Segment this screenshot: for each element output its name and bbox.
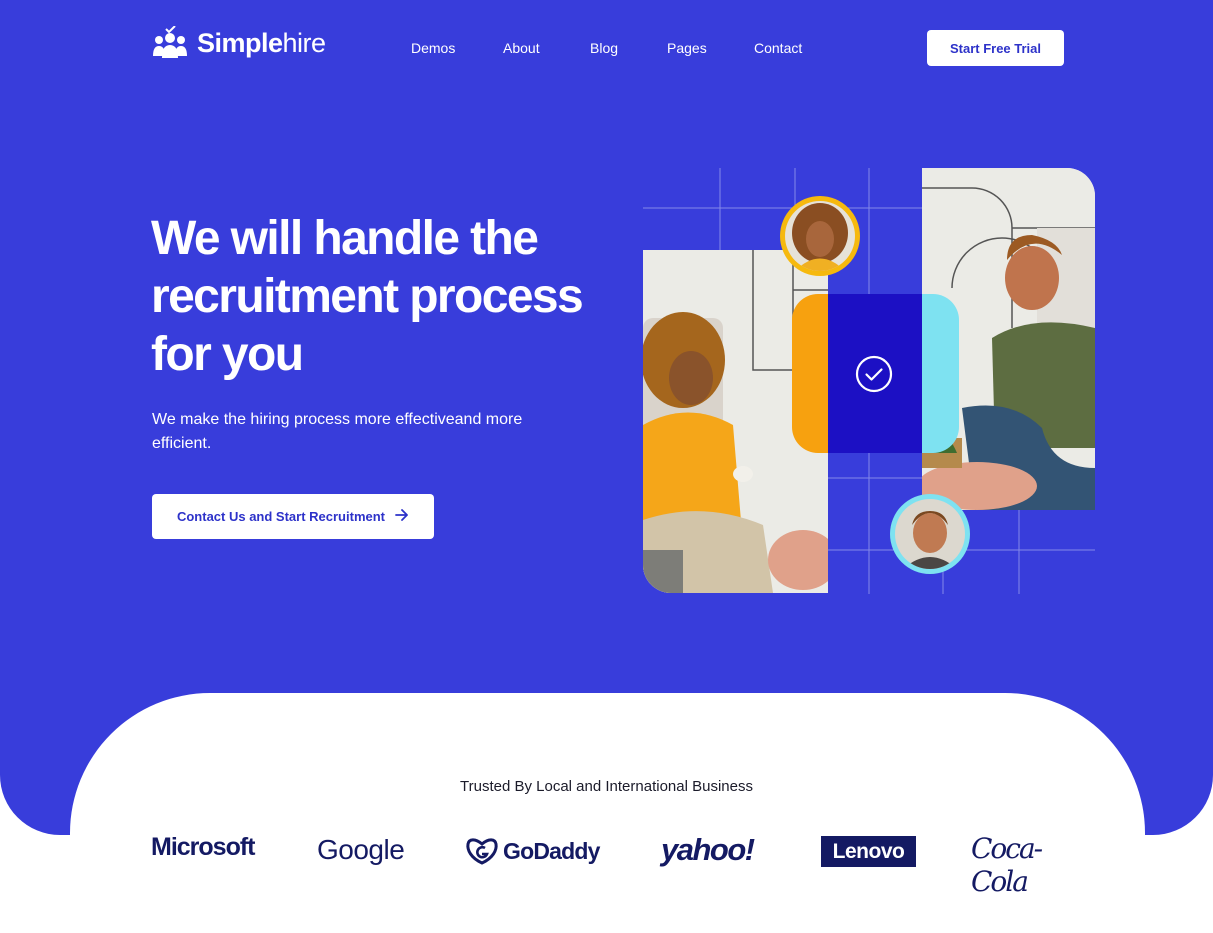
nav-item-blog[interactable]: Blog [590, 40, 667, 56]
hero-subtext: We make the hiring process more effectiv… [152, 411, 523, 452]
godaddy-text: GoDaddy [503, 837, 600, 864]
avatar-man [890, 494, 970, 574]
brand-logo[interactable]: Simplehire [151, 25, 327, 60]
cta-label: Contact Us and Start Recruitment [176, 509, 386, 524]
logo-microsoft: Microsoft [151, 833, 255, 861]
trusted-title: Trusted By Local and International Busin… [460, 778, 753, 795]
logo-lenovo: Lenovo [821, 836, 916, 867]
logo-coca-cola: Coca-Cola [971, 832, 1043, 898]
partner-logos: Microsoft Google GoDaddy yahoo! Lenovo C… [151, 830, 1064, 898]
logo-text-light: hire [282, 27, 327, 58]
logo-text-bold: Simple [197, 27, 283, 58]
contact-start-recruitment-button[interactable]: Contact Us and Start Recruitment [152, 494, 434, 539]
logo-google: Google [317, 834, 405, 865]
check-circle-icon [855, 355, 893, 393]
logo-yahoo: yahoo! [661, 832, 755, 867]
logo-godaddy: GoDaddy [465, 836, 600, 866]
godaddy-icon [466, 838, 498, 865]
nav-item-contact[interactable]: Contact [754, 40, 802, 56]
team-icon [151, 25, 189, 60]
nav-item-pages[interactable]: Pages [667, 40, 754, 56]
hero-collage [643, 168, 1095, 594]
start-free-trial-button[interactable]: Start Free Trial [927, 30, 1064, 66]
main-nav: Demos About Blog Pages Contact [411, 40, 802, 56]
avatar-woman [780, 196, 860, 276]
nav-item-demos[interactable]: Demos [411, 40, 503, 56]
nav-item-about[interactable]: About [503, 40, 590, 56]
hero-headline: We will handle the recruitment process f… [151, 212, 584, 381]
arrow-right-icon [395, 509, 409, 524]
